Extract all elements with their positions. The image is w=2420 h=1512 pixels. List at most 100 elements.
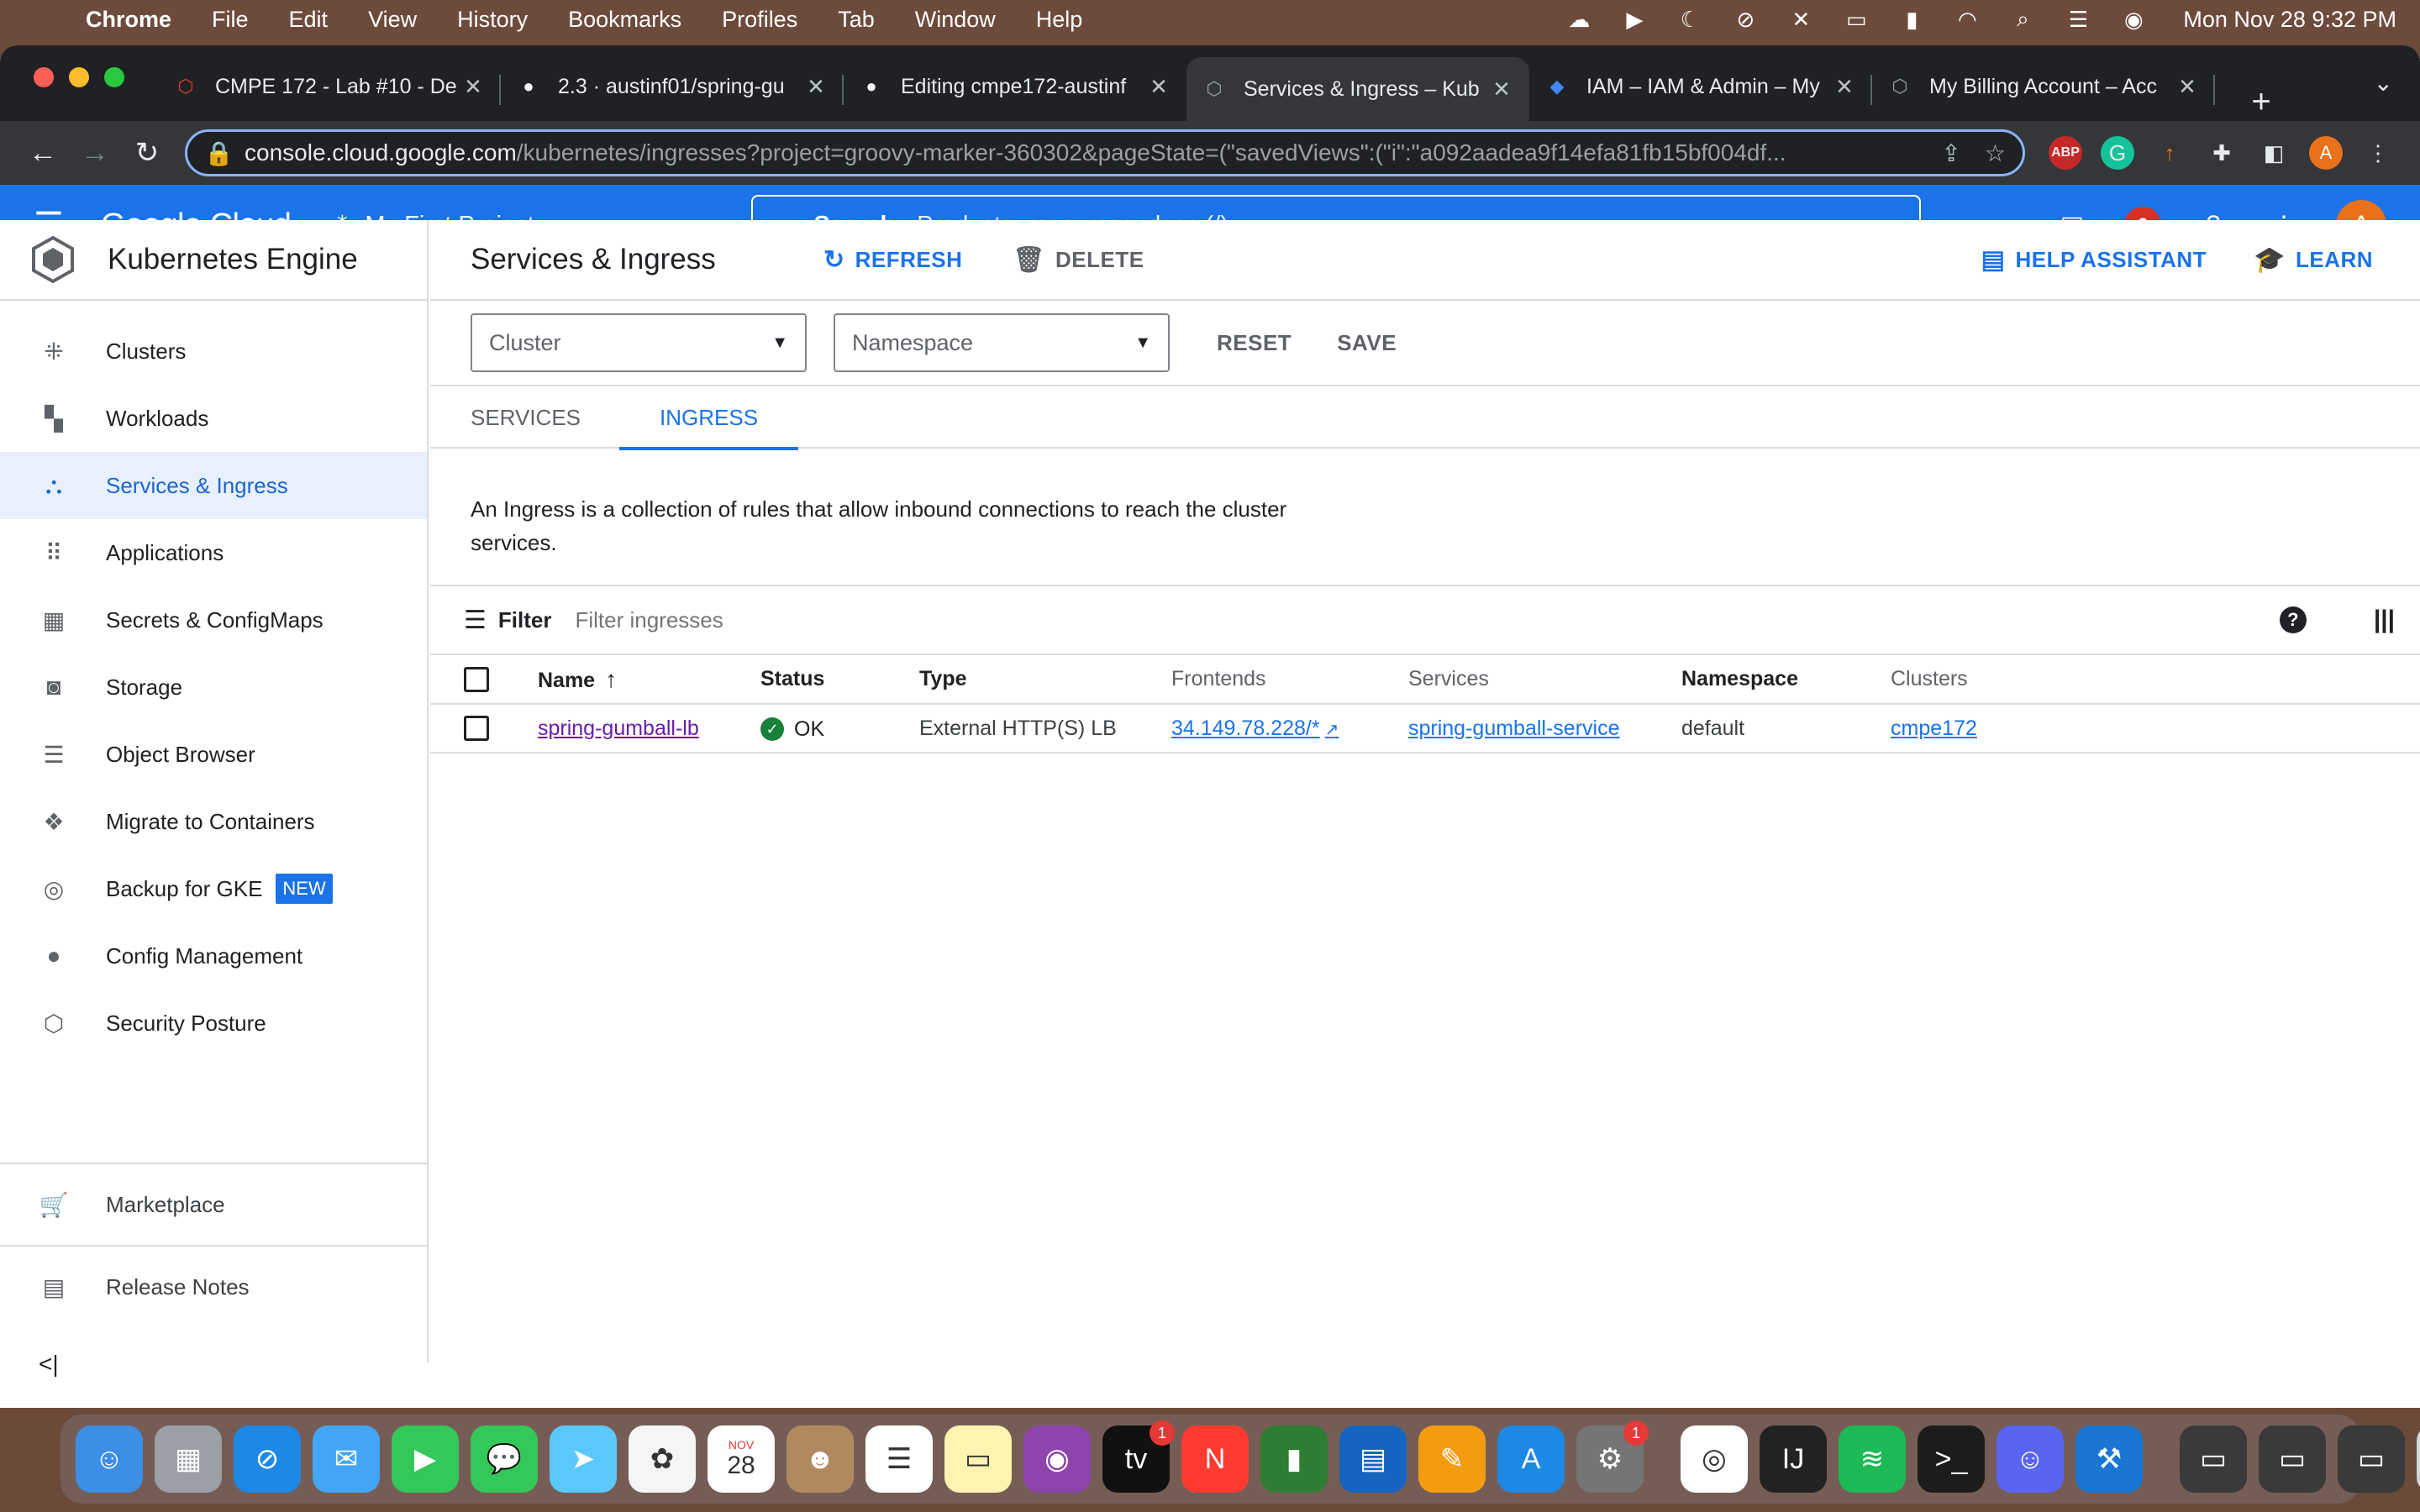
spotlight-icon[interactable]: ⌕ [2008,6,2037,32]
sidebar-item-migrate[interactable]: ❖ Migrate to Containers [0,788,427,855]
namespace-select[interactable]: Namespace ▼ [834,313,1170,372]
bluetooth-off-icon[interactable]: ✕ [1786,7,1815,32]
menu-help[interactable]: Help [1036,7,1083,33]
column-display-icon[interactable]: ||| [2374,606,2395,634]
dock-window-1-icon[interactable]: ▭ [2180,1425,2247,1493]
reset-button[interactable]: RESET [1217,330,1292,356]
side-panel-icon[interactable]: ◧ [2257,136,2291,170]
dock-system-preferences-icon[interactable]: ⚙ 1 [1576,1420,1649,1493]
siri-icon[interactable]: ◉ [2119,7,2148,32]
menu-edit[interactable]: Edit [289,7,329,33]
sidebar-item-applications[interactable]: ⠿ Applications [0,519,427,586]
sidebar-item-backup[interactable]: ◎ Backup for GKE NEW [0,855,427,922]
browser-tab[interactable]: ● Editing cmpe172-austinf ✕ [844,58,1186,115]
back-button[interactable]: ← [17,137,69,170]
cluster-select[interactable]: Cluster ▼ [471,313,807,372]
dock-facetime-icon[interactable]: ▶ [392,1425,459,1493]
dock-terminal-icon[interactable]: >_ [1918,1425,1985,1493]
dock-keynote-icon[interactable]: ▤ [1339,1425,1407,1493]
menu-file[interactable]: File [212,7,249,33]
dock-spotify-icon[interactable]: ≋ [1839,1425,1906,1493]
chrome-menu-icon[interactable]: ⋮ [2361,136,2395,170]
close-tab-icon[interactable]: ✕ [460,74,486,100]
cluster-link[interactable]: cmpe172 [1891,717,1977,740]
browser-tab[interactable]: ● 2.3 · austinf01/spring-gu ✕ [501,58,844,115]
browser-tab[interactable]: ⬡ Services & Ingress – Kub ✕ [1186,57,1529,121]
battery-icon[interactable]: ▮ [1897,7,1926,32]
minimize-window-button[interactable] [69,67,89,87]
dock-launchpad-icon[interactable]: ▦ [155,1425,222,1493]
extension-arrow-icon[interactable]: ↑ [2153,136,2186,170]
extensions-puzzle-icon[interactable]: ✚ [2205,136,2238,170]
tab-ingress[interactable]: INGRESS [619,386,799,450]
close-tab-icon[interactable]: ✕ [1832,74,1857,100]
sidebar-item-services[interactable]: ⛬ Services & Ingress [0,452,427,519]
ingress-name-link[interactable]: spring-gumball-lb [538,717,699,740]
dock-messages-icon[interactable]: 💬 [471,1425,538,1493]
tab-search-chevron-icon[interactable]: ⌄ [2374,69,2393,97]
bookmark-star-icon[interactable]: ☆ [1985,139,2006,167]
dock-finder-icon[interactable]: ☺ [76,1425,143,1493]
column-name[interactable]: Name ↑ [538,655,760,704]
dock-maps-icon[interactable]: ➤ [550,1425,617,1493]
learn-button[interactable]: 🎓 LEARN [2254,245,2373,275]
profile-avatar[interactable]: A [2309,136,2343,170]
dock-app-store-icon[interactable]: A [1497,1425,1565,1493]
row-checkbox[interactable] [464,716,489,742]
sidebar-item-storage[interactable]: ◙ Storage [0,654,427,721]
address-bar[interactable]: 🔒 console.cloud.google.com/kubernetes/in… [185,129,2025,176]
forward-button[interactable]: → [69,137,121,170]
delete-button[interactable]: 🗑 DELETE [1013,245,1144,275]
close-tab-icon[interactable]: ✕ [1146,74,1171,100]
dock-photos-icon[interactable]: ✿ [629,1425,696,1493]
collapse-sidebar-icon[interactable]: <| [39,1351,59,1378]
dock-intellij-icon[interactable]: IJ [1760,1425,1827,1493]
dock-trash-icon[interactable]: 🗑 [2417,1425,2420,1493]
sidebar-item-marketplace[interactable]: 🛒 Marketplace [0,1163,427,1245]
menu-window[interactable]: Window [915,7,996,33]
dock-numbers-icon[interactable]: ▮ [1260,1425,1328,1493]
dock-podcasts-icon[interactable]: ◉ [1023,1425,1091,1493]
dock-news-icon[interactable]: N [1181,1425,1249,1493]
menubar-clock[interactable]: Mon Nov 28 9:32 PM [2183,7,2396,33]
close-tab-icon[interactable]: ✕ [1489,76,1514,102]
creative-cloud-icon[interactable]: ☁ [1565,7,1593,32]
wifi-icon[interactable]: ◠ [1953,7,1981,32]
column-type[interactable]: Type [919,655,1171,704]
close-tab-icon[interactable]: ✕ [2175,74,2200,100]
share-icon[interactable]: ⇪ [1941,139,1960,167]
menu-profiles[interactable]: Profiles [722,7,797,33]
sidebar-item-config[interactable]: ● Config Management [0,922,427,990]
browser-tab[interactable]: ⬡ CMPE 172 - Lab #10 - De ✕ [158,58,501,115]
dock-reminders-icon[interactable]: ☰ [865,1425,933,1493]
control-center-icon[interactable]: ☰ [2064,7,2092,32]
sidebar-item-security[interactable]: ⬡ Security Posture [0,990,427,1057]
dock-notes-icon[interactable]: ▭ [944,1425,1012,1493]
browser-tab[interactable]: ⬡ My Billing Account – Acc ✕ [1872,58,2215,115]
grammarly-icon[interactable]: G [2101,136,2134,170]
help-assistant-button[interactable]: ▤ HELP ASSISTANT [1981,245,2207,275]
menu-bookmarks[interactable]: Bookmarks [568,7,681,33]
reload-button[interactable]: ↻ [121,136,173,170]
menu-tab[interactable]: Tab [838,7,875,33]
menu-app-name[interactable]: Chrome [86,7,171,33]
dock-safari-icon[interactable]: ⊘ [234,1425,301,1493]
zoom-window-button[interactable] [104,67,124,87]
sidebar-item-secrets[interactable]: ▦ Secrets & ConfigMaps [0,586,427,654]
refresh-button[interactable]: ↻ REFRESH [823,245,962,275]
sidebar-item-object-browser[interactable]: ☰ Object Browser [0,721,427,788]
filter-input[interactable] [575,606,1080,633]
dock-calendar-icon[interactable]: NOV 28 [708,1425,775,1493]
save-button[interactable]: SAVE [1337,330,1397,356]
sidebar-item-clusters[interactable]: ⁜ Clusters [0,318,427,385]
dock-chrome-icon[interactable]: ◎ [1681,1425,1748,1493]
dock-pages-icon[interactable]: ✎ [1418,1425,1486,1493]
menu-history[interactable]: History [457,7,528,33]
adblock-icon[interactable]: ABP [2049,136,2082,170]
filter-icon[interactable]: ☰ [464,606,487,635]
column-namespace[interactable]: Namespace [1681,655,1891,704]
dock-xcode-icon[interactable]: ⚒ [2075,1425,2143,1493]
frontend-link[interactable]: 34.149.78.228/* ↗ [1171,717,1339,740]
dock-window-2-icon[interactable]: ▭ [2259,1425,2326,1493]
lock-icon[interactable]: 🔒 [204,139,234,167]
